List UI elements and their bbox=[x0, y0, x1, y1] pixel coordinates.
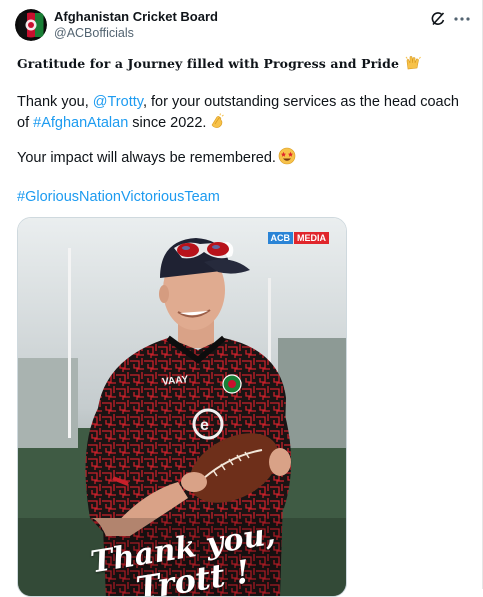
hashtag-afghanatalan-link[interactable]: #AfghanAtalan bbox=[33, 115, 128, 131]
author-block[interactable]: Afghanistan Cricket Board @ACBofficials bbox=[54, 9, 218, 41]
post: Afghanistan Cricket Board @ACBofficials … bbox=[0, 0, 483, 597]
post-media-image[interactable]: e ACB MEDIA VAAY Thank you, Trott ! bbox=[17, 217, 347, 597]
more-icon[interactable] bbox=[451, 9, 473, 29]
headline-text: Gratitude for a Journey filled with Prog… bbox=[17, 56, 399, 71]
star-struck-emoji bbox=[278, 147, 296, 165]
shirt-brand-label: VAAY bbox=[162, 374, 189, 386]
post-headline: Gratitude for a Journey filled with Prog… bbox=[17, 54, 422, 73]
mention-trotty-link[interactable]: @Trotty bbox=[93, 94, 143, 110]
post-paragraph-3: #GloriousNationVictoriousTeam bbox=[17, 187, 467, 207]
author-avatar[interactable] bbox=[15, 9, 47, 41]
grok-icon[interactable] bbox=[428, 9, 448, 29]
badge-media: MEDIA bbox=[294, 232, 329, 244]
raising-hands-emoji bbox=[406, 56, 422, 70]
p2-text: Your impact will always be remembered. bbox=[17, 150, 276, 166]
post-paragraph-2: Your impact will always be remembered. bbox=[17, 147, 467, 168]
p1-end: since 2022. bbox=[128, 115, 207, 131]
clapping-hands-emoji bbox=[212, 113, 225, 128]
badge-acb: ACB bbox=[267, 232, 293, 244]
acb-media-badge: ACB MEDIA bbox=[267, 232, 329, 244]
acb-logo-icon bbox=[15, 9, 47, 41]
author-name[interactable]: Afghanistan Cricket Board bbox=[54, 9, 218, 25]
post-paragraph-1: Thank you, @Trotty, for your outstanding… bbox=[17, 92, 467, 133]
author-handle[interactable]: @ACBofficials bbox=[54, 25, 218, 41]
p1-start: Thank you, bbox=[17, 94, 93, 110]
hashtag-gloriousnation-link[interactable]: #GloriousNationVictoriousTeam bbox=[17, 189, 220, 205]
svg-text:e: e bbox=[200, 417, 209, 434]
shirt-brand-text: VAAY bbox=[162, 374, 189, 386]
